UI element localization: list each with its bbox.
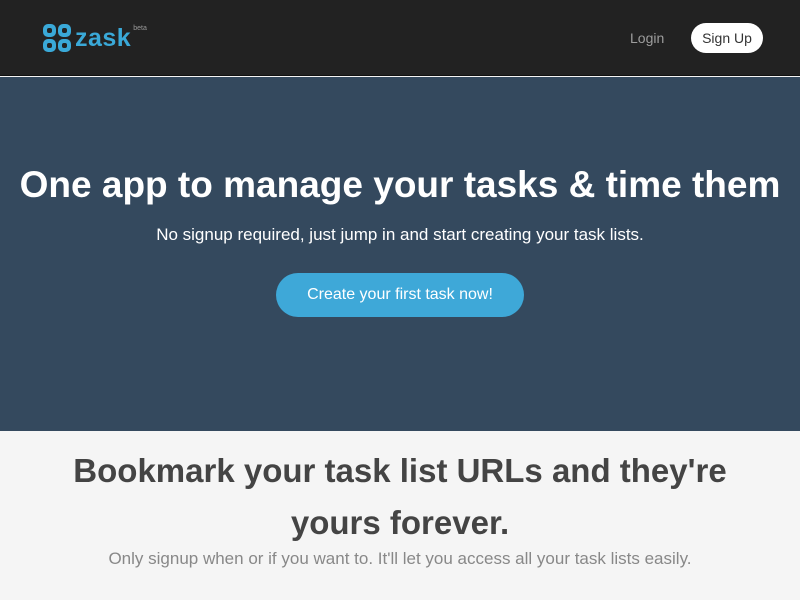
brand-logo-link[interactable]: zask beta (42, 22, 147, 54)
login-link[interactable]: Login (630, 28, 664, 48)
hero-subtitle: No signup required, just jump in and sta… (156, 225, 644, 244)
features-subtitle: Only signup when or if you want to. It'l… (108, 549, 692, 568)
hero-section: One app to manage your tasks & time them… (0, 77, 800, 431)
features-section: Bookmark your task list URLs and they're… (0, 431, 800, 600)
clover-logo-icon (43, 24, 71, 52)
create-first-task-button[interactable]: Create your first task now! (276, 273, 524, 317)
features-title: Bookmark your task list URLs and they're… (73, 452, 727, 541)
hero-title: One app to manage your tasks & time them (19, 164, 781, 205)
beta-badge: beta (133, 25, 147, 32)
brand-name: zask (75, 24, 132, 52)
signup-button[interactable]: Sign Up (691, 23, 763, 53)
navbar: zask beta Login Sign Up (0, 0, 800, 76)
